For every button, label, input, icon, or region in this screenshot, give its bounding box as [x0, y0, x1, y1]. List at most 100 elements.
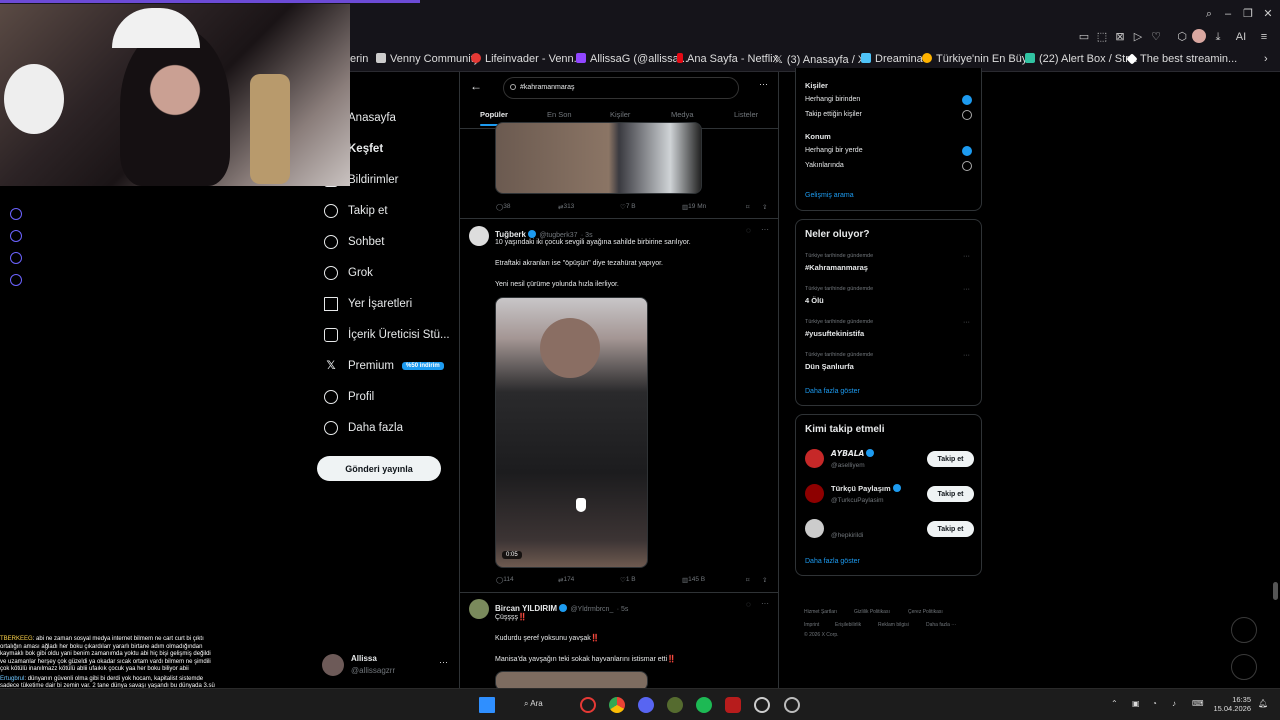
clock-icon[interactable] — [10, 230, 22, 242]
footer-link[interactable]: Erişilebilirlik — [835, 622, 861, 628]
tweet-image[interactable] — [495, 122, 702, 194]
chevron-up-icon[interactable]: ⌃ — [1111, 699, 1118, 708]
nav-creator-studio[interactable]: İçerik Üreticisi Stü... — [324, 324, 450, 346]
follow-button[interactable]: Takip et — [927, 521, 974, 537]
repost-button[interactable]: ⇄ 313 — [558, 203, 574, 211]
tab-latest[interactable]: En Son — [547, 110, 572, 119]
download-icon[interactable]: ⤓ — [1212, 31, 1224, 43]
volume-icon[interactable]: ♪ — [1172, 699, 1176, 708]
extensions-icon[interactable]: ⬡ — [1176, 31, 1188, 43]
timestamp[interactable]: · 3s — [581, 232, 593, 239]
wifi-icon[interactable]: ◔ — [1152, 699, 1157, 708]
like-button[interactable]: ♡ 1 B — [620, 576, 636, 584]
avatar[interactable] — [805, 449, 824, 468]
views-indicator[interactable]: ▥ 19 Mn — [682, 203, 706, 211]
author-handle[interactable]: @tugberk37 — [539, 232, 577, 239]
trend-topic[interactable]: 4 Ölü — [805, 296, 824, 305]
filter-option-label[interactable]: Herhangi birinden — [805, 96, 860, 103]
screenshot-icon[interactable]: ⬚ — [1096, 31, 1108, 43]
nav-profile[interactable]: Profil — [324, 386, 374, 408]
post-button[interactable]: Gönderi yayınla — [317, 456, 441, 481]
search-input[interactable]: #kahramanmaraş — [503, 77, 739, 99]
search-icon[interactable]: ⌕ — [1203, 8, 1215, 20]
advanced-search-link[interactable]: Gelişmiş arama — [805, 192, 854, 199]
radio-nearby[interactable] — [962, 161, 972, 171]
footer-link[interactable]: Imprint — [804, 622, 819, 628]
nav-follow[interactable]: Takip et — [324, 200, 388, 222]
puzzle-icon[interactable] — [10, 252, 22, 264]
nav-more[interactable]: Daha fazla — [324, 417, 403, 439]
avatar[interactable] — [805, 519, 824, 538]
filter-option-label[interactable]: Yakınlarında — [805, 162, 844, 169]
share-icon[interactable]: ⇪ — [762, 203, 767, 211]
more-icon[interactable]: ··· — [761, 225, 769, 234]
bookmark-item[interactable]: Dreamina — [861, 53, 923, 65]
reply-button[interactable]: ◯ 114 — [496, 576, 514, 584]
user-name[interactable]: 𝘼𝙔𝘽𝘼𝙇𝘼 — [831, 449, 875, 458]
bookmark-item[interactable]: AllissaG (@allissa... — [576, 53, 688, 65]
restore-icon[interactable]: ❐ — [1242, 8, 1254, 20]
radio-anywhere[interactable] — [962, 146, 972, 156]
author-handle[interactable]: @Yldrmbrcn_ — [570, 606, 613, 613]
author-name[interactable]: Bircan YILDIRIM — [495, 604, 557, 613]
adobe-icon[interactable] — [725, 697, 741, 713]
bookmark-item[interactable]: The best streamin... — [1126, 53, 1237, 65]
user-name[interactable]: Türkçü Paylaşım — [831, 484, 901, 493]
bookmark-item[interactable]: erin — [350, 53, 368, 65]
keyboard-icon[interactable]: ⌨ — [1192, 699, 1204, 708]
minimize-icon[interactable]: – — [1222, 8, 1234, 20]
more-icon[interactable]: ··· — [761, 599, 769, 608]
trend-topic[interactable]: #Kahramanmaraş — [805, 263, 868, 272]
footer-link[interactable]: Hizmet Şartları — [804, 609, 837, 615]
nav-premium[interactable]: 𝕏 Premium %50 indirim — [324, 355, 444, 377]
back-arrow-icon[interactable]: ← — [470, 79, 482, 93]
follow-button[interactable]: Takip et — [927, 486, 974, 502]
app-icon[interactable] — [667, 697, 683, 713]
like-button[interactable]: ♡ 7 B — [620, 203, 636, 211]
chevron-right-icon[interactable]: › — [1264, 53, 1268, 65]
ai-button[interactable]: AI — [1230, 31, 1252, 43]
grok-icon[interactable]: ◌ — [746, 226, 751, 235]
heart-icon[interactable]: ♡ — [1150, 31, 1162, 43]
bookmark-item[interactable]: Lifeinvader - Venn... — [471, 53, 583, 65]
settings-icon[interactable] — [10, 274, 22, 286]
nav-bookmarks[interactable]: Yer İşaretleri — [324, 293, 412, 315]
radio-followed[interactable] — [962, 110, 972, 120]
tweet-video[interactable]: 0:05 — [495, 297, 648, 568]
more-icon[interactable]: ··· — [963, 286, 970, 293]
timestamp[interactable]: · 5s — [617, 606, 629, 613]
notification-bell-icon[interactable]: 🔔︎ — [1258, 699, 1268, 708]
show-more-link[interactable]: Daha fazla göster — [805, 388, 860, 395]
messages-float-button[interactable] — [1231, 654, 1257, 680]
bookmark-item[interactable]: 𝕏 (3) Anasayfa / X — [774, 53, 865, 66]
reader-icon[interactable]: ▭ — [1078, 31, 1090, 43]
author-name[interactable]: Tuğberk — [495, 230, 526, 239]
obs-icon[interactable] — [784, 697, 800, 713]
play-icon[interactable]: ▷ — [1132, 31, 1144, 43]
bookmark-icon[interactable]: ⌑ — [746, 203, 749, 211]
repost-button[interactable]: ⇄ 174 — [558, 576, 574, 584]
play-circle-icon[interactable] — [10, 208, 22, 220]
opera-icon[interactable] — [580, 697, 596, 713]
views-indicator[interactable]: ▥ 145 B — [682, 576, 705, 584]
close-icon[interactable]: ✕ — [1262, 8, 1274, 20]
tab-media[interactable]: Medya — [671, 110, 694, 119]
more-icon[interactable]: ··· — [963, 319, 970, 326]
more-icon[interactable]: ··· — [963, 352, 970, 359]
menu-icon[interactable]: ≡ — [1258, 31, 1270, 43]
shield-icon[interactable]: ⊠ — [1114, 31, 1126, 43]
app-icon[interactable] — [754, 697, 770, 713]
account-switcher[interactable]: Allissa @allissagzrr ··· — [322, 652, 452, 680]
footer-link[interactable]: Daha fazla ··· — [926, 622, 956, 628]
tab-people[interactable]: Kişiler — [610, 110, 630, 119]
radio-any-person[interactable] — [962, 95, 972, 105]
taskbar-search[interactable]: ⌕ Ara — [524, 699, 543, 709]
chrome-icon[interactable] — [609, 697, 625, 713]
reply-button[interactable]: ◯ 38 — [496, 203, 511, 211]
footer-link[interactable]: Gizlilik Politikası — [854, 609, 890, 615]
clock[interactable]: 16:35 15.04.2026 — [1211, 695, 1251, 713]
avatar[interactable] — [805, 484, 824, 503]
bookmark-icon[interactable]: ⌑ — [746, 576, 749, 584]
tweet-image[interactable] — [495, 671, 648, 688]
filter-option-label[interactable]: Takip ettiğin kişiler — [805, 111, 862, 118]
